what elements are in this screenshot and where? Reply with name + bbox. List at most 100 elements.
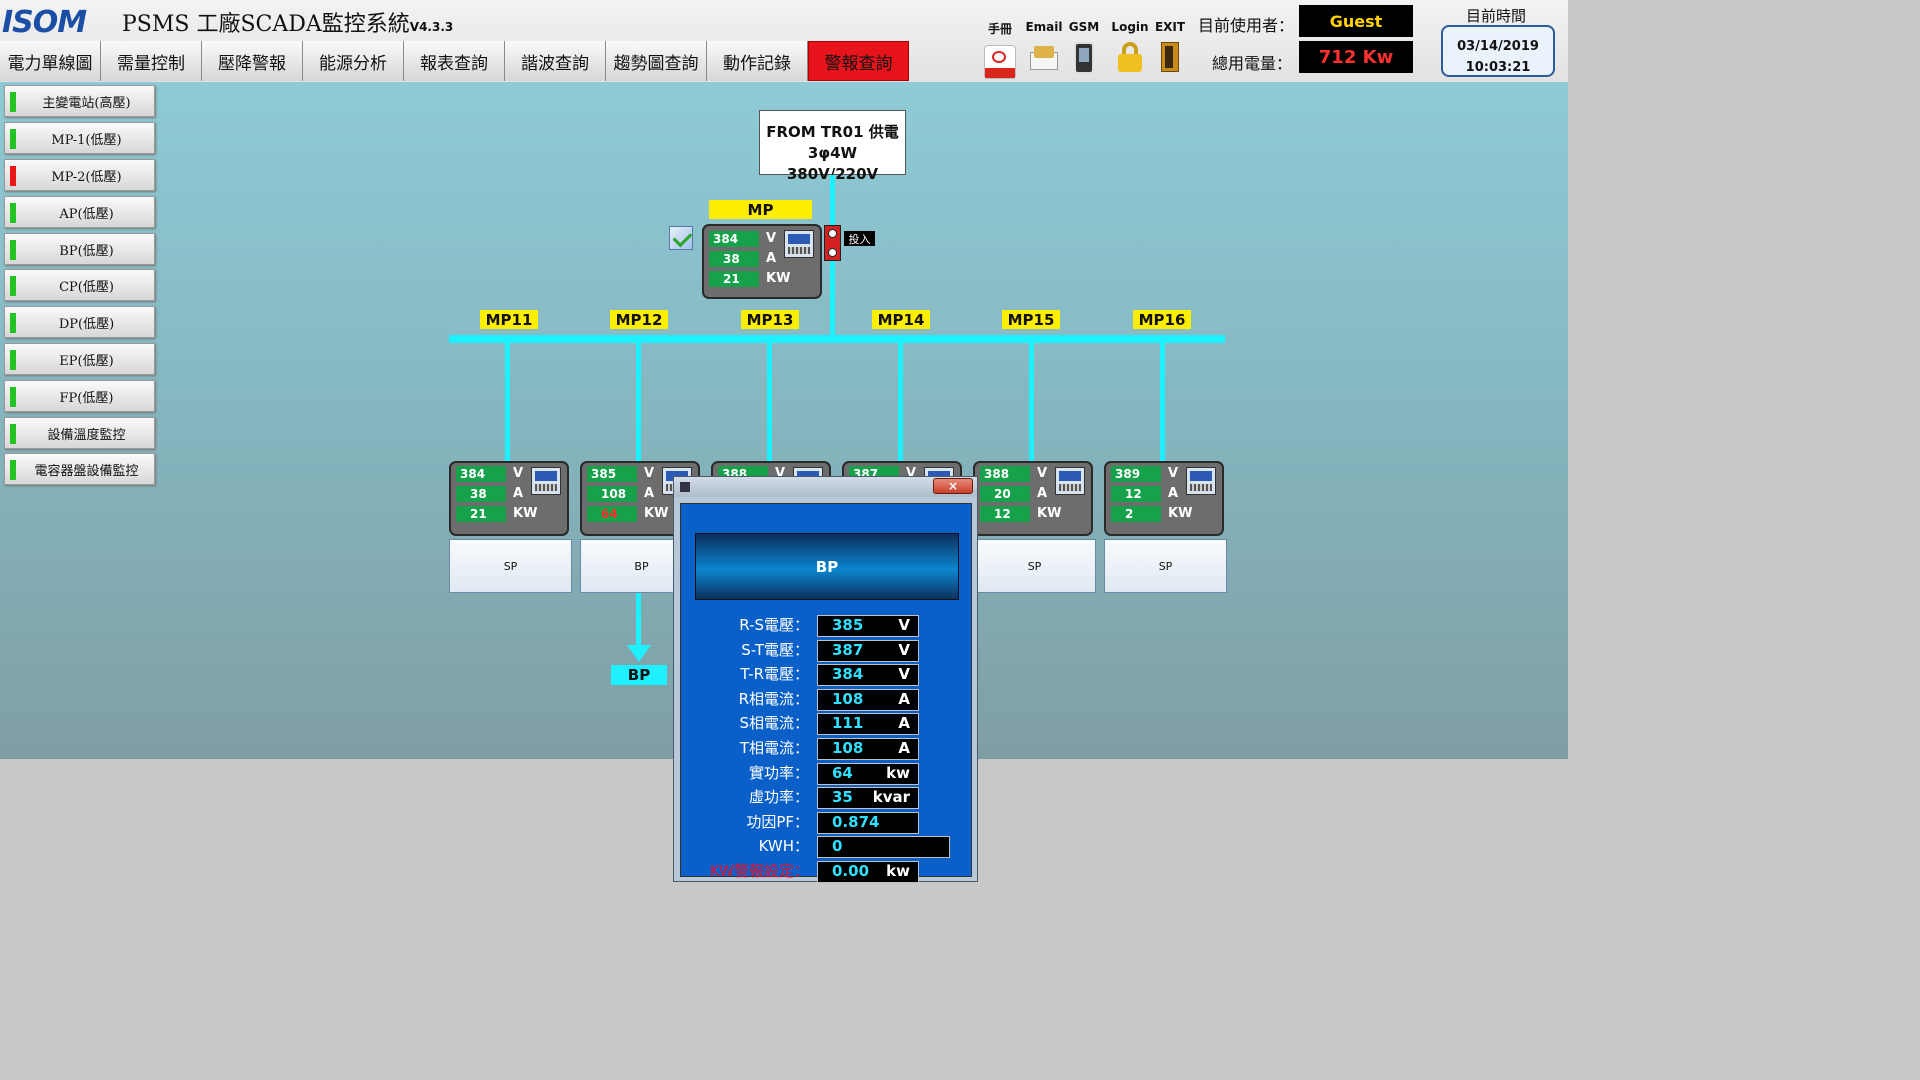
sidebar-item-label: EP(低壓) [59, 353, 114, 369]
bp-destination-label: BP [611, 665, 667, 685]
feeder-label: MP13 [741, 310, 799, 329]
breaker-switch-icon[interactable] [824, 225, 841, 261]
unit-v: V [513, 466, 524, 481]
feeder-meter[interactable]: 384 V 38 A 21 KW [449, 461, 569, 536]
sidebar-item-ep[interactable]: EP(低壓) [4, 343, 155, 375]
window-icon [680, 482, 690, 492]
measurement-unit: A [898, 739, 910, 757]
mp-meter[interactable]: 384 V 38 A 21 KW [702, 224, 822, 299]
mp-label: MP [709, 200, 812, 219]
current-user-value: Guest [1299, 5, 1413, 37]
sidebar-item-label: MP-2(低壓) [51, 169, 122, 185]
sidebar-item-label: FP(低壓) [59, 390, 114, 406]
feeder-power: 12 [980, 506, 1030, 522]
sidebar-item-dp[interactable]: DP(低壓) [4, 306, 155, 338]
sidebar-item-label: AP(低壓) [59, 206, 114, 222]
feeder-current: 20 [980, 486, 1030, 502]
measurement-field: 384 V [817, 664, 919, 687]
nav-energy-analysis[interactable]: 能源分析 [303, 41, 404, 81]
panel-box[interactable]: SP [449, 539, 572, 593]
feeder-label: MP14 [872, 310, 930, 329]
nav-report-query[interactable]: 報表查詢 [404, 41, 505, 81]
sidebar-item-label: BP(低壓) [59, 243, 114, 259]
app-title-text: PSMS 工廠SCADA監控系統 [122, 12, 410, 37]
feeder-label: MP11 [480, 310, 538, 329]
app-version: V4.3.3 [409, 20, 454, 34]
measurement-value: 385 [832, 616, 864, 634]
main-busbar [449, 335, 1225, 343]
trend-chart-icon[interactable] [669, 226, 693, 250]
status-lamp [10, 129, 16, 149]
measurement-field[interactable]: 0.00 kw [817, 861, 919, 883]
panel-box[interactable]: SP [973, 539, 1096, 593]
sidebar-item-main-substation[interactable]: 主變電站(高壓) [4, 85, 155, 117]
measurement-row: R-S電壓： 385 V [681, 614, 981, 638]
feeder-power: 2 [1111, 506, 1161, 522]
feeder-voltage: 384 [456, 466, 506, 482]
feeder-current: 108 [587, 486, 637, 502]
status-lamp [10, 350, 16, 370]
measurement-value: 35 [832, 788, 853, 807]
power-meter-icon [1055, 467, 1085, 495]
measurement-value: 0.00 [832, 862, 870, 880]
measurement-value: 108 [832, 689, 864, 708]
unit-v: V [1037, 466, 1048, 481]
sidebar-item-bp[interactable]: BP(低壓) [4, 233, 155, 265]
nav-one-line-diagram[interactable]: 電力單線圖 [0, 41, 101, 81]
total-power-value: 712 Kw [1299, 41, 1413, 73]
sidebar-item-mp2[interactable]: MP-2(低壓) [4, 159, 155, 191]
exit-tool[interactable]: EXIT [1145, 20, 1195, 74]
feeder-meter[interactable]: 389 V 12 A 2 KW [1104, 461, 1224, 536]
measurement-field: 35 kvar [817, 787, 919, 810]
unit-kw: KW [513, 506, 538, 521]
clock-time: 10:03:21 [1465, 60, 1531, 75]
measurement-label: S-T電壓： [741, 640, 809, 659]
nav-voltage-drop-alarm[interactable]: 壓降警報 [202, 41, 303, 81]
measurement-row: S-T電壓： 387 V [681, 639, 981, 663]
measurement-unit: V [898, 616, 910, 634]
close-button[interactable]: × [933, 478, 973, 494]
nav-harmonic-query[interactable]: 諧波查詢 [505, 41, 606, 81]
pdf-icon[interactable] [984, 45, 1016, 79]
mp-power: 21 [709, 271, 759, 287]
feeder-label: MP12 [610, 310, 668, 329]
measurement-field: 108 A [817, 688, 919, 711]
manual-tool[interactable]: 手冊 [975, 20, 1025, 79]
sidebar-item-ap[interactable]: AP(低壓) [4, 196, 155, 228]
unit-v: V [644, 466, 655, 481]
status-lamp [10, 313, 16, 333]
measurement-field: 387 V [817, 639, 919, 662]
measurement-field: 64 kw [817, 762, 919, 785]
sidebar-item-cp[interactable]: CP(低壓) [4, 269, 155, 301]
phone-icon[interactable] [1074, 42, 1094, 74]
measurement-value: 387 [832, 640, 864, 659]
gsm-tool[interactable]: GSM [1059, 20, 1109, 74]
panel-box[interactable]: SP [1104, 539, 1227, 593]
feeder-meter[interactable]: 388 V 20 A 12 KW [973, 461, 1093, 536]
status-lamp [10, 276, 16, 296]
dialog-titlebar[interactable] [674, 477, 977, 497]
measurement-row: R相電流： 108 A [681, 688, 981, 712]
feeder-voltage: 388 [980, 466, 1030, 482]
measurement-unit: V [898, 665, 910, 684]
sidebar-item-capacitor[interactable]: 電容器盤設備監控 [4, 453, 155, 485]
measurement-label: 功因PF： [746, 812, 809, 831]
clock-display: 03/14/2019 10:03:21 [1441, 25, 1555, 77]
nav-action-log[interactable]: 動作記錄 [707, 41, 808, 81]
sidebar-item-fp[interactable]: FP(低壓) [4, 380, 155, 412]
nav-alarm-query[interactable]: 警報查詢 [808, 41, 909, 81]
lock-icon[interactable] [1115, 42, 1145, 74]
envelope-icon[interactable] [1029, 42, 1059, 74]
feeder-label: MP16 [1133, 310, 1191, 329]
gsm-label: GSM [1068, 20, 1100, 34]
unit-v: V [1168, 466, 1179, 481]
exit-door-icon[interactable] [1155, 42, 1185, 74]
feeder-line [898, 343, 903, 461]
nav-trend-query[interactable]: 趨勢圖查詢 [606, 41, 707, 81]
sidebar-item-temperature[interactable]: 設備溫度監控 [4, 417, 155, 449]
nav-demand-control[interactable]: 需量控制 [101, 41, 202, 81]
exit-label: EXIT [1154, 20, 1186, 34]
sidebar-item-mp1[interactable]: MP-1(低壓) [4, 122, 155, 154]
source-box: FROM TR01 供電 3φ4W 380V/220V [759, 110, 906, 183]
power-meter-icon [784, 230, 814, 258]
